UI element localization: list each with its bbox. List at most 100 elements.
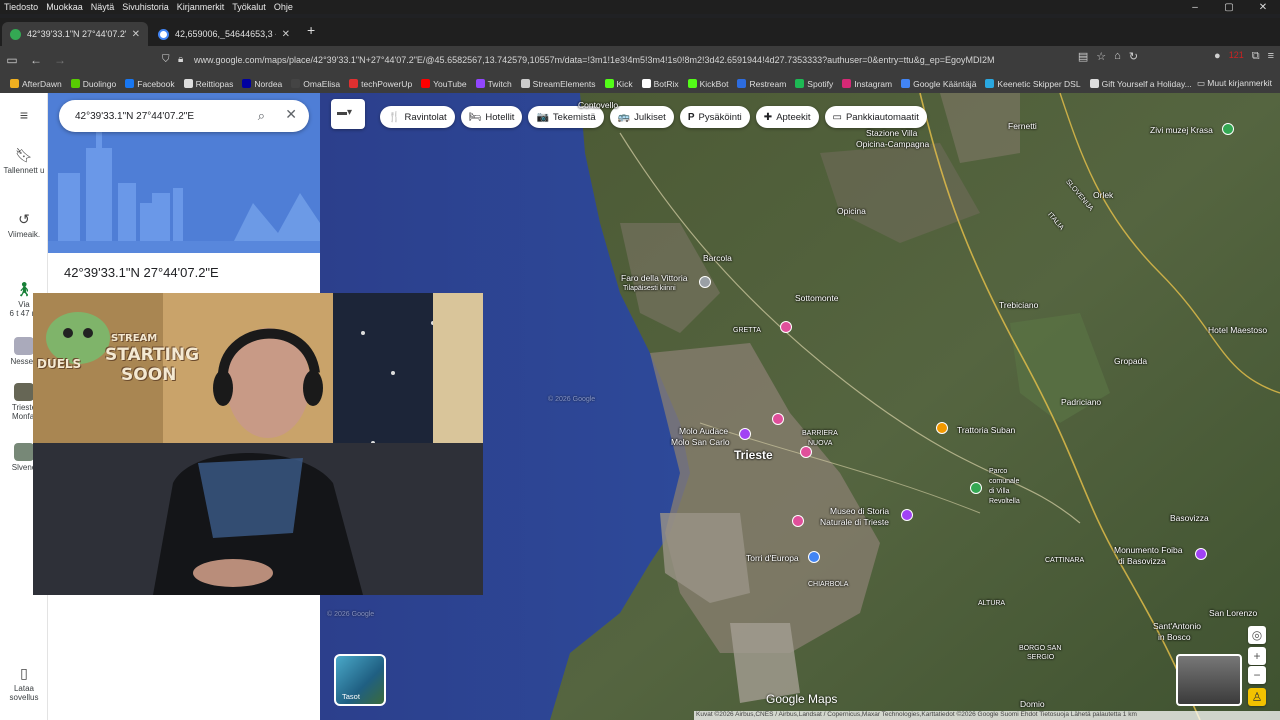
recent-button[interactable]: ↺ Viimeaik. — [0, 211, 48, 239]
my-location-icon[interactable]: ◎ — [1248, 626, 1266, 644]
extension-icon[interactable]: ● — [1214, 50, 1221, 63]
new-tab-button[interactable]: + — [307, 22, 315, 38]
menu-help[interactable]: Ohje — [274, 2, 293, 12]
bookmark-item[interactable]: AfterDawn — [10, 79, 62, 89]
menu-view[interactable]: Näytä — [91, 2, 115, 12]
menu-tools[interactable]: Työkalut — [232, 2, 266, 12]
layers-button[interactable]: Tasot — [334, 654, 386, 706]
heart-pin-icon[interactable] — [772, 413, 784, 425]
forward-icon[interactable]: → — [48, 53, 72, 67]
bookmark-item[interactable]: Instagram — [842, 79, 892, 89]
zoom-in-button[interactable]: + — [1248, 647, 1266, 665]
bookmark-item[interactable]: Reittiopas — [183, 79, 233, 89]
bookmark-item[interactable]: Gift Yourself a Holiday... — [1089, 79, 1192, 89]
search-value: 42°39'33.1"N 27°44'07.2"E — [75, 110, 195, 122]
bookmark-icon: 🔖︎ — [15, 147, 33, 163]
menu-file[interactable]: Tiedosto — [4, 2, 38, 12]
map-label: CATTINARA — [1045, 557, 1085, 564]
reload-icon[interactable]: ↻ — [1129, 50, 1138, 63]
bookmark-item[interactable]: Twitch — [475, 79, 512, 89]
map-label: CHIARBOLA — [808, 581, 849, 588]
street-view-thumbnail[interactable] — [1176, 654, 1242, 706]
other-bookmarks[interactable]: ▭ Muut kirjanmerkit — [1197, 78, 1272, 89]
tab-google-search[interactable]: 42,659006,_54644653,3 - Googl ✕ — [150, 22, 298, 46]
lock-icon[interactable]: 🔒︎ — [178, 54, 183, 65]
bookmark-item[interactable]: OmaElisa — [291, 79, 340, 89]
saved-button[interactable]: 🔖︎ Tallennett u — [0, 147, 48, 175]
bookmark-item[interactable]: Nordea — [242, 79, 282, 89]
menu-button[interactable]: ≡ — [0, 107, 48, 125]
close-tab-icon[interactable]: ✕ — [276, 29, 290, 40]
phone-icon: ▯ — [20, 665, 28, 681]
attraction-pin-icon[interactable] — [739, 428, 751, 440]
museum-pin-icon[interactable] — [1222, 123, 1234, 135]
app-menu-icon[interactable]: ≡ — [1268, 50, 1274, 63]
bookmark-favicon-icon — [901, 79, 911, 88]
map-label: GRETTA — [733, 327, 761, 334]
zoom-out-button[interactable]: − — [1248, 666, 1266, 684]
bookmark-item[interactable]: Kick — [604, 79, 633, 89]
back-icon[interactable]: ← — [24, 53, 48, 67]
bookmark-item[interactable]: StreamElements — [520, 79, 596, 89]
museum-pin-icon[interactable] — [901, 509, 913, 521]
address-bar[interactable]: ⛉ 🔒︎ www.google.com/maps/place/42°39'33.… — [158, 50, 1018, 70]
extensions-icon[interactable]: ⧉ — [1252, 50, 1260, 63]
chip-parking[interactable]: P Pysäköinti — [679, 106, 750, 128]
shield-icon[interactable]: ⛉ — [162, 54, 170, 65]
url-text: www.google.com/maps/place/42°39'33.1"N+2… — [194, 55, 995, 65]
chip-transit[interactable]: 🚌 Julkiset — [609, 106, 674, 128]
bookmark-item[interactable]: KickBot — [687, 79, 728, 89]
bookmark-favicon-icon — [183, 79, 193, 88]
ublock-icon[interactable]: 121 — [1229, 50, 1244, 63]
copyright-watermark: © 2026 Google — [548, 396, 596, 403]
bookmark-item[interactable]: Spotify — [795, 79, 833, 89]
map-attribution: Kuvat ©2026 Airbus,CNES / Airbus,Landsat… — [694, 711, 1280, 720]
close-window-button[interactable]: ✕ — [1246, 0, 1280, 16]
map-label: Trebiciano — [999, 300, 1039, 310]
close-icon[interactable]: ✕ — [285, 106, 297, 123]
map-label: Padriciano — [1061, 397, 1102, 407]
bookmark-item[interactable]: Keenetic Skipper DSL — [985, 79, 1081, 89]
home-icon[interactable]: ⌂ — [1114, 50, 1121, 63]
minimize-button[interactable]: – — [1178, 0, 1212, 16]
search-icon[interactable]: ⌕ — [258, 108, 265, 124]
bookmark-item[interactable]: Duolingo — [70, 79, 116, 89]
search-input[interactable]: 42°39'33.1"N 27°44'07.2"E ⌕ ✕ — [59, 100, 309, 132]
shopping-pin-icon[interactable] — [780, 321, 792, 333]
bookmark-item[interactable]: Facebook — [125, 79, 175, 89]
hotel-icon: 🛏 — [468, 111, 482, 123]
bookmark-item[interactable]: BotRix — [641, 79, 679, 89]
toolbar-actions: ▤ ☆ ⌂ ↻ ● 121 ⧉ ≡ — [1078, 50, 1274, 63]
download-app-button[interactable]: ▯ Lataa sovellus — [0, 665, 48, 702]
chip-restaurants[interactable]: 🍴 Ravintolat — [380, 106, 455, 128]
bookmark-star-icon[interactable]: ☆ — [1096, 50, 1106, 63]
reader-icon[interactable]: ▤ — [1078, 50, 1088, 63]
bookmark-item[interactable]: Restream — [737, 79, 786, 89]
shopping-mall-pin-icon[interactable] — [808, 551, 820, 563]
chip-pharmacies[interactable]: ✚ Apteekit — [755, 106, 819, 128]
bookmark-item[interactable]: Google Kääntäjä — [901, 79, 976, 89]
pegman-icon[interactable]: ♙ — [1248, 688, 1266, 706]
restore-button[interactable]: ▢ — [1212, 0, 1246, 16]
map-label: Faro della Vittoria — [621, 273, 688, 283]
monument-pin-icon[interactable] — [1195, 548, 1207, 560]
chip-hotels[interactable]: 🛏 Hotellit — [460, 106, 523, 128]
city-label: Trieste — [734, 448, 773, 462]
heart-pin-icon[interactable] — [792, 515, 804, 527]
menu-edit[interactable]: Muokkaa — [46, 2, 83, 12]
bookmark-item[interactable]: YouTube — [421, 79, 467, 89]
bookmark-item[interactable]: techPowerUp — [349, 79, 412, 89]
sidebar-icon[interactable]: ▭ — [0, 53, 24, 67]
restaurant-pin-icon[interactable] — [936, 422, 948, 434]
bookmark-favicon-icon — [737, 79, 747, 88]
menu-history[interactable]: Sivuhistoria — [122, 2, 169, 12]
close-tab-icon[interactable]: ✕ — [126, 29, 140, 40]
park-pin-icon[interactable] — [970, 482, 982, 494]
lighthouse-pin-icon[interactable] — [699, 276, 711, 288]
chip-atms[interactable]: ▭ Pankkiautomaatit — [824, 106, 927, 128]
tab-maps-coords[interactable]: 42°39'33.1"N 27°44'07.2"E – Go ✕ — [2, 22, 148, 46]
map-type-button[interactable]: ▬▾ — [331, 99, 365, 129]
menu-bookmarks[interactable]: Kirjanmerkit — [177, 2, 225, 12]
heart-pin-icon[interactable] — [800, 446, 812, 458]
map-label: di Basovizza — [1118, 556, 1166, 566]
